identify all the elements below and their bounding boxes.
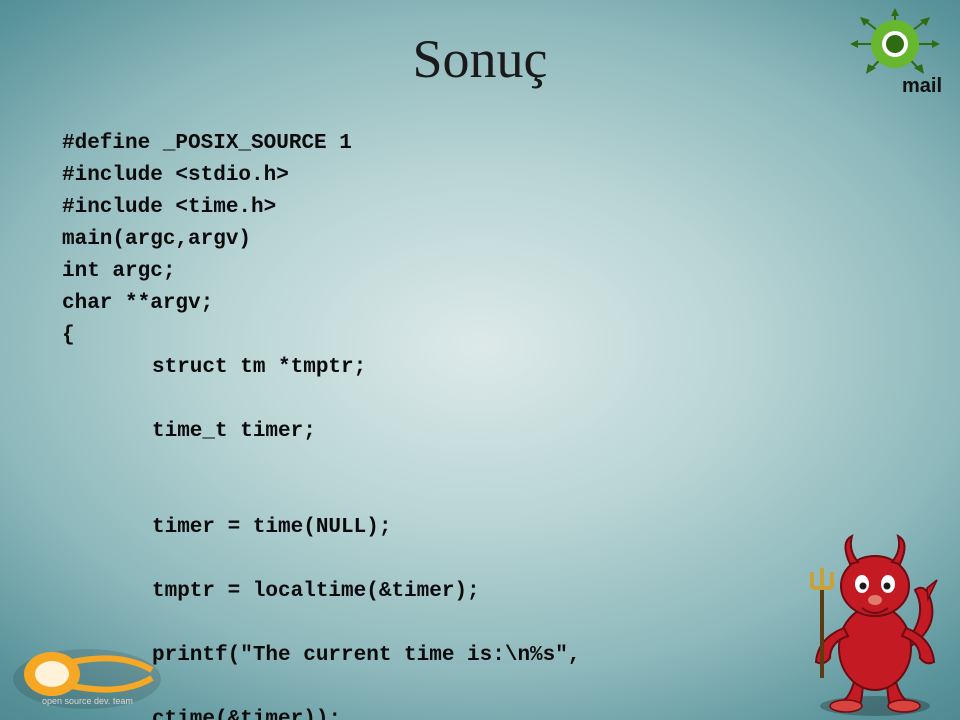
- slide-title: Sonuç: [413, 28, 548, 90]
- code-line: int argc;: [62, 260, 175, 283]
- enderunix-logo-icon: open source dev. team: [12, 644, 162, 714]
- code-line: timer = time(NULL);: [62, 512, 793, 544]
- code-line: #include <stdio.h>: [62, 164, 289, 187]
- code-line: time_t timer;: [62, 416, 793, 448]
- code-line: tmptr = localtime(&timer);: [62, 576, 793, 608]
- code-block: #define _POSIX_SOURCE 1 #include <stdio.…: [62, 96, 793, 720]
- code-line: #include <time.h>: [62, 196, 276, 219]
- mail-logo-icon: mail: [840, 6, 950, 101]
- bsd-daemon-mascot-icon: [800, 528, 950, 718]
- code-line: {: [62, 324, 75, 347]
- svg-text:mail: mail: [902, 75, 942, 97]
- code-line: printf("The current time is:\n%s",: [62, 640, 793, 672]
- code-line: ctime(&timer));: [62, 704, 793, 720]
- svg-text:open source dev. team: open source dev. team: [42, 696, 133, 706]
- code-line: main(argc,argv): [62, 228, 251, 251]
- code-line: #define _POSIX_SOURCE 1: [62, 132, 352, 155]
- code-line: struct tm *tmptr;: [62, 352, 793, 384]
- code-line: char **argv;: [62, 292, 213, 315]
